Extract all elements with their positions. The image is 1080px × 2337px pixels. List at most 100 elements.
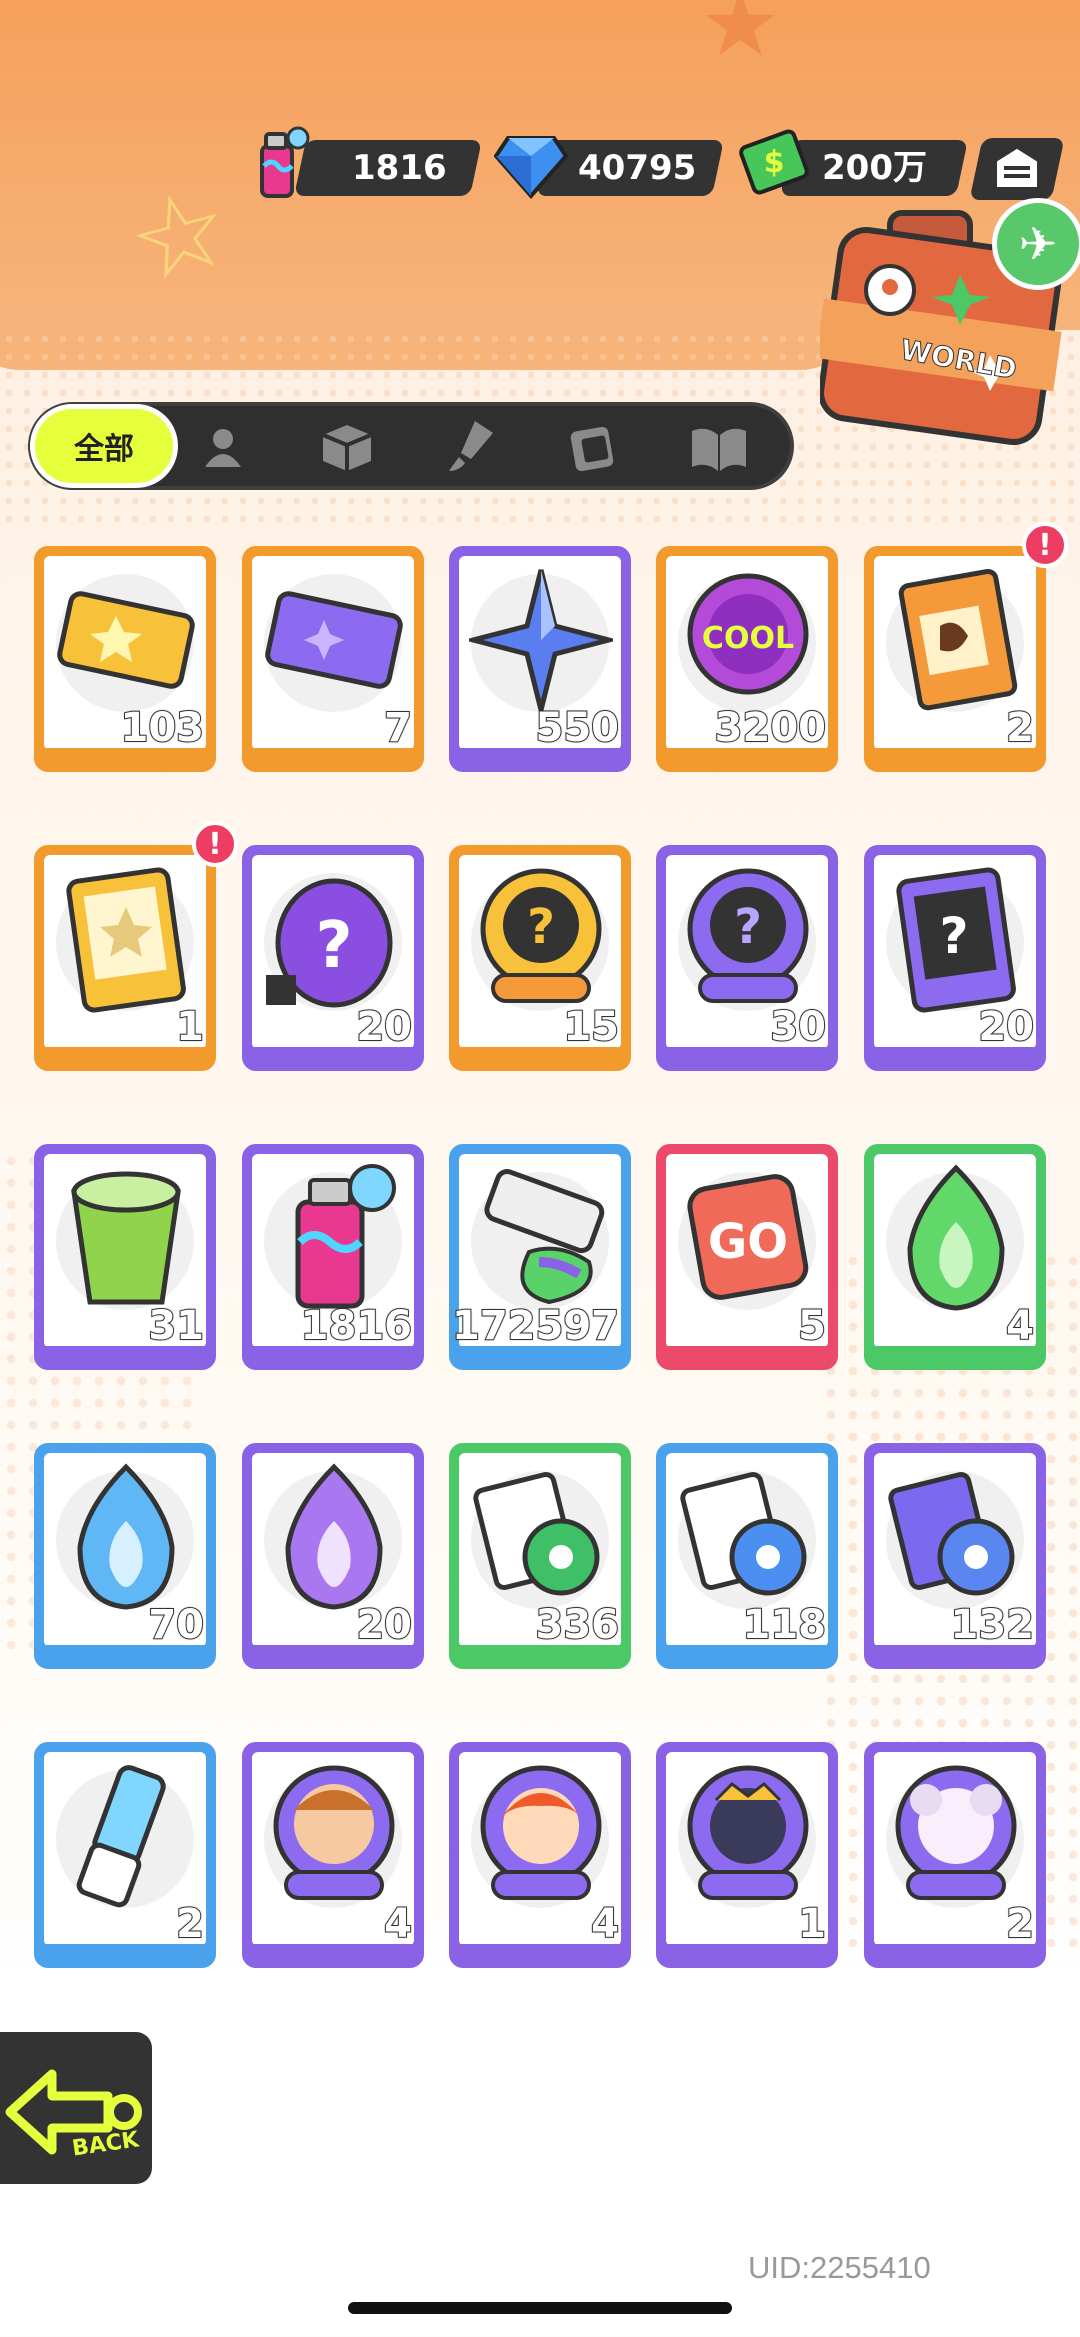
deity-portrait-redhead-icon [480, 1765, 602, 1900]
item-card-deity-portrait-dark[interactable]: 1 [656, 1742, 838, 1968]
item-quantity: 31 [147, 1303, 205, 1349]
tab-box[interactable] [314, 414, 380, 480]
item-card-green-flame[interactable]: 4 [864, 1144, 1046, 1370]
item-card-usb-key[interactable]: 2 [34, 1742, 216, 1968]
box-icon [322, 425, 372, 471]
go-dice-icon: GO [687, 1174, 809, 1300]
home-indicator[interactable] [348, 2302, 732, 2314]
item-card-mystery-egg[interactable]: ? 20 [242, 845, 424, 1071]
blue-star-crystal-icon [469, 569, 613, 711]
item-quantity: 336 [535, 1602, 620, 1648]
deity-pack-icon [898, 569, 1018, 711]
tab-brush[interactable] [438, 414, 504, 480]
tab-person[interactable] [190, 414, 256, 480]
deity-mystery-purple-icon: ? [687, 868, 809, 1003]
item-quantity: 2 [1005, 705, 1035, 751]
green-tape-icon [473, 1472, 600, 1596]
item-card-purple-ticket[interactable]: 7 [242, 546, 424, 772]
spray-can-icon[interactable] [252, 126, 314, 200]
back-arrow-icon [5, 2069, 142, 2155]
open-cup-icon [71, 1171, 181, 1305]
cool-sticker-icon: COOL [687, 573, 809, 695]
back-button[interactable]: BACK [0, 2026, 158, 2190]
item-quantity: 550 [535, 705, 620, 751]
item-card-blue-tape[interactable]: 118 [656, 1443, 838, 1669]
deity-mystery-gold-icon: ? [480, 868, 602, 1003]
blue-flame-icon [77, 1463, 175, 1610]
item-quantity: 15 [562, 1004, 620, 1050]
tab-frame[interactable] [562, 414, 628, 480]
book-icon [692, 428, 746, 471]
airplane-icon[interactable]: ✈ [992, 198, 1080, 290]
item-quantity: 1 [175, 1004, 205, 1050]
item-quantity: 2 [1005, 1901, 1035, 1947]
item-card-deity-mystery-gold[interactable]: ? 15 [449, 845, 631, 1071]
mystery-egg-icon: ? [266, 878, 393, 1008]
item-card-travel-card-gold[interactable]: 1 [34, 845, 216, 1071]
deity-portrait-white-icon [895, 1765, 1017, 1900]
svg-text:COOL: COOL [702, 621, 794, 656]
deity-portrait-dark-icon [687, 1765, 809, 1900]
notification-badge: ! [192, 821, 238, 867]
tab-all[interactable]: 全部 [30, 404, 178, 488]
item-card-blue-flame[interactable]: 70 [34, 1443, 216, 1669]
person-icon [205, 429, 241, 467]
item-quantity: 5 [797, 1303, 827, 1349]
item-quantity: 1816 [300, 1303, 413, 1349]
item-card-purple-tape[interactable]: 132 [864, 1443, 1046, 1669]
item-card-travel-card-purple[interactable]: ? 20 [864, 845, 1046, 1071]
item-card-paint-tube[interactable]: 172597 [449, 1144, 631, 1370]
diamond-icon[interactable] [494, 130, 568, 200]
spray-count: 1816 [352, 148, 447, 188]
gem-count: 40795 [578, 148, 697, 188]
item-card-blue-star-crystal[interactable]: 550 [449, 546, 631, 772]
paint-tube-icon [484, 1169, 605, 1305]
item-quantity: 70 [147, 1602, 205, 1648]
notification-badge: ! [1022, 522, 1068, 568]
item-quantity: 20 [355, 1602, 413, 1648]
cash-count: 200万 [822, 148, 927, 188]
deity-portrait-orange-hat-icon [273, 1765, 395, 1900]
purple-tape-icon [888, 1472, 1015, 1596]
paint-brush-icon [449, 421, 493, 471]
item-card-spray-can[interactable]: 1816 [242, 1144, 424, 1370]
blue-tape-icon [680, 1472, 807, 1596]
item-quantity: 4 [590, 1901, 620, 1947]
item-card-gold-ticket[interactable]: 103 [34, 546, 216, 772]
item-quantity: 20 [977, 1004, 1035, 1050]
star-decoration: ★ [700, 0, 781, 77]
svg-text:$: $ [764, 145, 785, 180]
shop-button[interactable] [969, 138, 1065, 200]
item-card-deity-mystery-purple[interactable]: ? 30 [656, 845, 838, 1071]
item-quantity: 4 [383, 1901, 413, 1947]
item-card-green-tape[interactable]: 336 [449, 1443, 631, 1669]
cash-icon[interactable]: $ [738, 124, 810, 198]
gold-ticket-icon [57, 591, 195, 689]
item-card-deity-pack[interactable]: 2 [864, 546, 1046, 772]
item-card-deity-portrait-white[interactable]: 2 [864, 1742, 1046, 1968]
usb-key-icon [76, 1765, 166, 1908]
item-quantity: 3200 [714, 705, 827, 751]
item-card-deity-portrait-redhead[interactable]: 4 [449, 1742, 631, 1968]
user-id: UID:2255410 [748, 2250, 931, 2285]
item-quantity: 172597 [452, 1303, 620, 1349]
item-card-deity-portrait-orange-hat[interactable]: 4 [242, 1742, 424, 1968]
item-quantity: 132 [950, 1602, 1035, 1648]
item-card-open-cup[interactable]: 31 [34, 1144, 216, 1370]
tab-book[interactable] [686, 414, 752, 480]
item-quantity: 103 [120, 705, 205, 751]
item-quantity: 30 [769, 1004, 827, 1050]
shop-icon [997, 148, 1037, 187]
item-quantity: 118 [742, 1602, 827, 1648]
spray-can-icon [295, 1164, 396, 1309]
item-quantity: 20 [355, 1004, 413, 1050]
purple-flame-icon [285, 1463, 383, 1610]
item-card-purple-flame[interactable]: 20 [242, 1443, 424, 1669]
svg-text:?: ? [527, 899, 555, 955]
photo-frame-icon [570, 426, 614, 472]
item-card-cool-sticker[interactable]: COOL 3200 [656, 546, 838, 772]
svg-text:?: ? [939, 907, 968, 965]
item-quantity: 1 [797, 1901, 827, 1947]
item-card-go-dice[interactable]: GO 5 [656, 1144, 838, 1370]
purple-ticket-icon [265, 591, 403, 689]
